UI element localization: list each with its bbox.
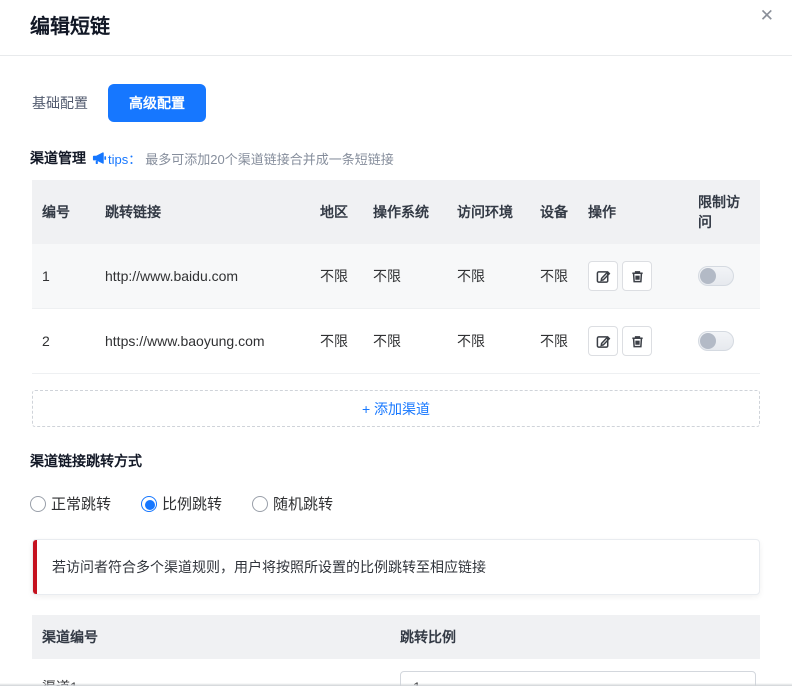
col-header-channel-id: 渠道编号	[32, 615, 390, 659]
cell-os: 不限	[363, 309, 447, 374]
col-header-region: 地区	[310, 180, 363, 244]
radio-random-jump[interactable]: 随机跳转	[252, 493, 333, 514]
cell-region: 不限	[310, 244, 363, 309]
col-header-id: 编号	[32, 180, 95, 244]
edit-icon	[596, 334, 611, 349]
col-header-actions: 操作	[578, 180, 688, 244]
channel-management-label: 渠道管理	[30, 148, 86, 168]
cell-env: 不限	[447, 309, 530, 374]
delete-button[interactable]	[622, 326, 652, 356]
table-row: 渠道1	[32, 659, 760, 686]
trash-icon	[630, 334, 645, 349]
radio-ratio-jump[interactable]: 比例跳转	[141, 493, 222, 514]
edit-button[interactable]	[588, 261, 618, 291]
channel-table-header-row: 编号 跳转链接 地区 操作系统 访问环境 设备 操作 限制访问	[32, 180, 760, 244]
cell-region: 不限	[310, 309, 363, 374]
cell-channel-name: 渠道1	[32, 659, 390, 686]
radio-icon	[252, 496, 268, 512]
radio-icon	[141, 496, 157, 512]
channel-section-header: 渠道管理 tips： 最多可添加20个渠道链接合并成一条短链接	[30, 148, 762, 168]
cell-env: 不限	[447, 244, 530, 309]
alert-text: 若访问者符合多个渠道规则，用户将按照所设置的比例跳转至相应链接	[52, 559, 486, 575]
radio-label: 随机跳转	[273, 493, 333, 514]
edit-button[interactable]	[588, 326, 618, 356]
col-header-device: 设备	[530, 180, 578, 244]
cell-id: 2	[32, 309, 95, 374]
cell-url: http://www.baidu.com	[95, 244, 310, 309]
delete-button[interactable]	[622, 261, 652, 291]
alert-accent-bar	[33, 540, 37, 594]
cell-os: 不限	[363, 244, 447, 309]
trash-icon	[630, 269, 645, 284]
radio-normal-jump[interactable]: 正常跳转	[30, 493, 111, 514]
megaphone-icon	[92, 151, 107, 166]
jump-mode-label: 渠道链接跳转方式	[30, 451, 762, 471]
ratio-table-header-row: 渠道编号 跳转比例	[32, 615, 760, 659]
cell-url: https://www.baoyung.com	[95, 309, 310, 374]
add-channel-button[interactable]: + 添加渠道	[32, 390, 760, 427]
edit-icon	[596, 269, 611, 284]
close-icon[interactable]: ✕	[756, 4, 778, 28]
col-header-restrict: 限制访问	[688, 180, 760, 244]
tab-basic-config[interactable]: 基础配置	[30, 84, 90, 122]
dialog-title: 编辑短链	[30, 10, 762, 39]
tips-text: 最多可添加20个渠道链接合并成一条短链接	[145, 149, 393, 168]
table-row: 2 https://www.baoyung.com 不限 不限 不限 不限	[32, 309, 760, 374]
radio-label: 比例跳转	[162, 493, 222, 514]
tab-advanced-config[interactable]: 高级配置	[108, 84, 206, 122]
col-header-jump-ratio: 跳转比例	[390, 615, 760, 659]
col-header-env: 访问环境	[447, 180, 530, 244]
tips-prefix: tips：	[108, 149, 141, 168]
ratio-info-alert: 若访问者符合多个渠道规则，用户将按照所设置的比例跳转至相应链接	[32, 539, 760, 595]
jump-mode-options: 正常跳转 比例跳转 随机跳转	[30, 493, 762, 514]
cell-device: 不限	[530, 244, 578, 309]
radio-icon	[30, 496, 46, 512]
dialog-header: 编辑短链 ✕	[0, 0, 792, 56]
radio-label: 正常跳转	[51, 493, 111, 514]
restrict-access-toggle[interactable]	[698, 331, 734, 351]
table-row: 1 http://www.baidu.com 不限 不限 不限 不限	[32, 244, 760, 309]
ratio-table: 渠道编号 跳转比例 渠道1 渠道2	[32, 615, 760, 686]
cell-device: 不限	[530, 309, 578, 374]
restrict-access-toggle[interactable]	[698, 266, 734, 286]
col-header-url: 跳转链接	[95, 180, 310, 244]
cell-id: 1	[32, 244, 95, 309]
channel-table: 编号 跳转链接 地区 操作系统 访问环境 设备 操作 限制访问 1 http:/…	[32, 180, 760, 374]
col-header-os: 操作系统	[363, 180, 447, 244]
edit-shortlink-dialog: 编辑短链 ✕ 基础配置 高级配置 渠道管理 tips： 最多可添加20个渠道链接…	[0, 0, 792, 686]
tab-bar: 基础配置 高级配置	[30, 84, 762, 122]
